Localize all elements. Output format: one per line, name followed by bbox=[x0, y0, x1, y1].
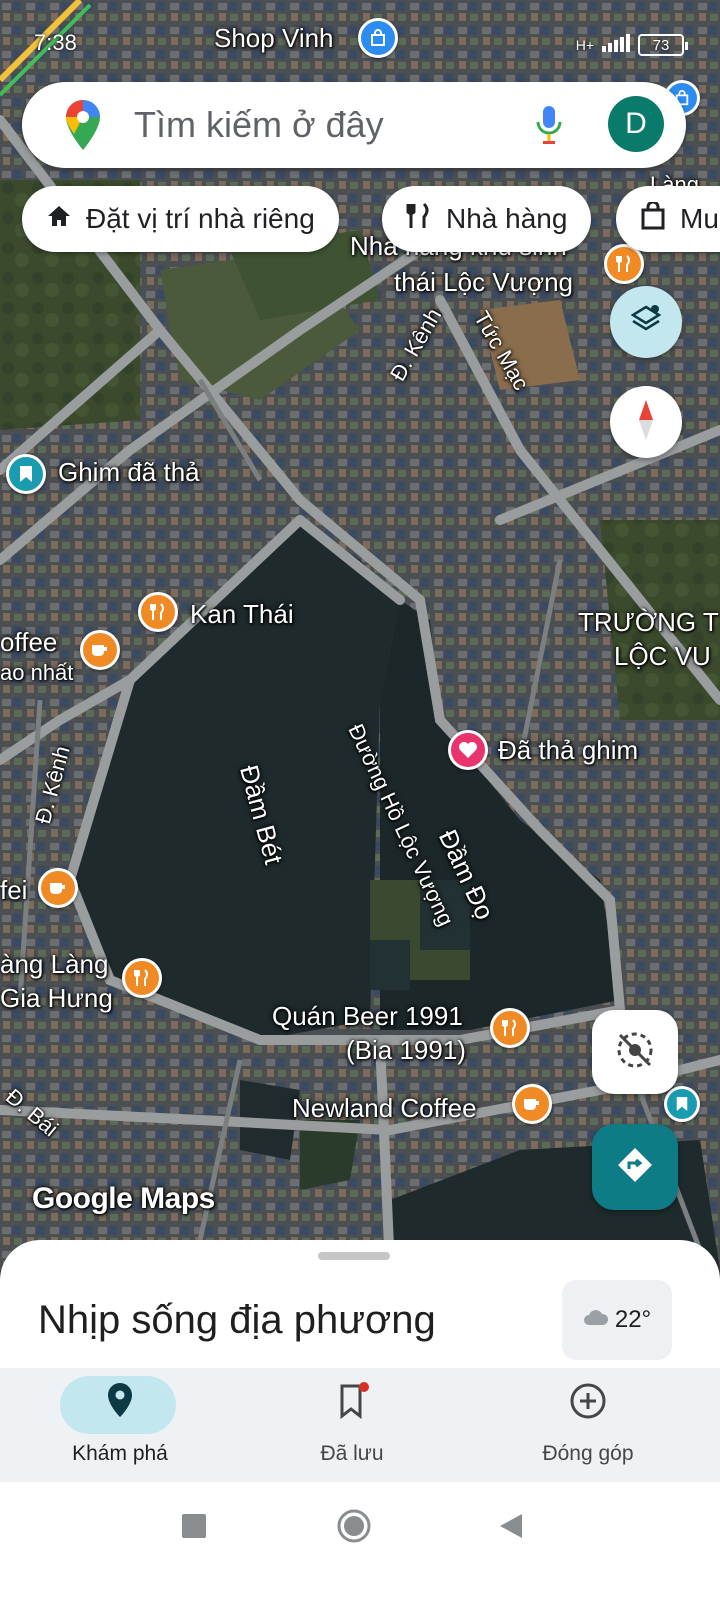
restaurant-pin-icon[interactable] bbox=[138, 592, 178, 632]
temperature: 22° bbox=[614, 1306, 652, 1333]
map-label-gia-hung[interactable]: Gia Hưng bbox=[0, 983, 113, 1014]
search-input[interactable]: Tìm kiếm ở đây bbox=[134, 104, 384, 146]
status-bar: 7:38 H+ 73 bbox=[0, 24, 720, 64]
my-location-button[interactable] bbox=[592, 1010, 678, 1094]
map-label-kan-thai[interactable]: Kan Thái bbox=[190, 599, 294, 630]
status-icons: H+ 73 bbox=[575, 32, 688, 58]
chip-set-home[interactable]: Đặt vị trí nhà riêng bbox=[22, 186, 339, 252]
coffee-pin-icon[interactable] bbox=[38, 868, 78, 908]
saved-pin-icon[interactable] bbox=[664, 1086, 700, 1122]
home-button[interactable] bbox=[336, 1508, 372, 1549]
nav-saved[interactable]: Đã lưu bbox=[232, 1368, 472, 1482]
saved-pin-icon[interactable] bbox=[6, 454, 46, 494]
map-label-da-tha-ghim[interactable]: Đã thả ghim bbox=[498, 735, 638, 766]
google-maps-logo-icon bbox=[66, 100, 100, 155]
layers-button[interactable] bbox=[610, 286, 682, 358]
system-nav-bar bbox=[0, 1482, 720, 1600]
map-label-quan-beer[interactable]: Quán Beer 1991 bbox=[272, 1001, 463, 1032]
add-circle-icon bbox=[468, 1382, 708, 1420]
map-label-truong-line1: TRƯỜNG T bbox=[578, 607, 719, 637]
home-icon bbox=[46, 203, 72, 235]
sheet-title: Nhịp sống địa phương bbox=[38, 1298, 436, 1342]
chip-restaurants[interactable]: Nhà hàng bbox=[382, 186, 592, 252]
layers-icon bbox=[629, 303, 663, 342]
avatar[interactable]: D bbox=[608, 96, 664, 152]
map-label-thai-loc-vuong[interactable]: thái Lộc Vượng bbox=[394, 267, 573, 298]
weather-badge[interactable]: 22° bbox=[562, 1280, 672, 1360]
map-label-cafe-left[interactable]: fei bbox=[0, 875, 27, 906]
restaurant-pin-icon[interactable] bbox=[122, 958, 162, 998]
nav-label: Khám phá bbox=[72, 1442, 168, 1465]
directions-button[interactable] bbox=[592, 1124, 678, 1210]
back-button[interactable] bbox=[498, 1512, 524, 1545]
coffee-pin-icon[interactable] bbox=[80, 630, 120, 670]
nav-label: Đóng góp bbox=[542, 1442, 634, 1465]
bottom-nav: Khám phá Đã lưu Đóng góp bbox=[0, 1368, 720, 1482]
chip-label: Nhà hàng bbox=[446, 203, 568, 234]
map-label-truong-line2: LỘC VU bbox=[614, 641, 711, 671]
status-time: 7:38 bbox=[34, 30, 77, 55]
coffee-pin-icon[interactable] bbox=[512, 1084, 552, 1124]
map-label-coffee-left[interactable]: offee bbox=[0, 627, 57, 658]
signal-icon bbox=[602, 32, 630, 58]
map-label-bia-1991[interactable]: (Bia 1991) bbox=[346, 1035, 466, 1066]
nav-label: Đã lưu bbox=[320, 1442, 384, 1465]
map-label-newland-coffee[interactable]: Newland Coffee bbox=[292, 1093, 477, 1124]
battery-icon: 73 bbox=[638, 34, 688, 56]
recents-button[interactable] bbox=[182, 1514, 206, 1543]
compass-button[interactable] bbox=[610, 386, 682, 458]
mic-icon[interactable] bbox=[534, 104, 564, 151]
nav-explore[interactable]: Khám phá bbox=[0, 1368, 240, 1482]
chip-label: Đặt vị trí nhà riêng bbox=[86, 203, 315, 234]
shopping-bag-icon bbox=[640, 200, 666, 237]
cloud-icon bbox=[583, 1306, 609, 1334]
map-label-coffee-left-sub: ao nhất bbox=[0, 660, 74, 685]
battery-level: 73 bbox=[652, 36, 670, 54]
restaurant-pin-icon[interactable] bbox=[490, 1008, 530, 1048]
sheet-drag-handle[interactable] bbox=[318, 1252, 390, 1260]
bottom-sheet[interactable]: Nhịp sống địa phương 22° bbox=[0, 1240, 720, 1380]
location-pin-icon bbox=[0, 1382, 240, 1418]
network-type: H+ bbox=[575, 37, 594, 53]
nav-contribute[interactable]: Đóng góp bbox=[468, 1368, 708, 1482]
google-maps-watermark: Google Maps bbox=[32, 1182, 215, 1215]
map-label-lang-lang[interactable]: àng Làng bbox=[0, 949, 108, 980]
search-bar[interactable]: Tìm kiếm ở đây D bbox=[22, 82, 686, 168]
chip-shopping[interactable]: Mu bbox=[616, 186, 720, 252]
restaurant-icon bbox=[406, 202, 432, 237]
map-label-ghim-da-tha[interactable]: Ghim đã thả bbox=[58, 457, 200, 488]
bookmark-icon bbox=[232, 1382, 472, 1420]
chip-label: Mu bbox=[680, 203, 719, 234]
heart-pin-icon[interactable] bbox=[448, 730, 488, 770]
compass-icon bbox=[631, 398, 661, 447]
location-off-icon bbox=[612, 1027, 658, 1078]
directions-icon bbox=[615, 1145, 655, 1190]
